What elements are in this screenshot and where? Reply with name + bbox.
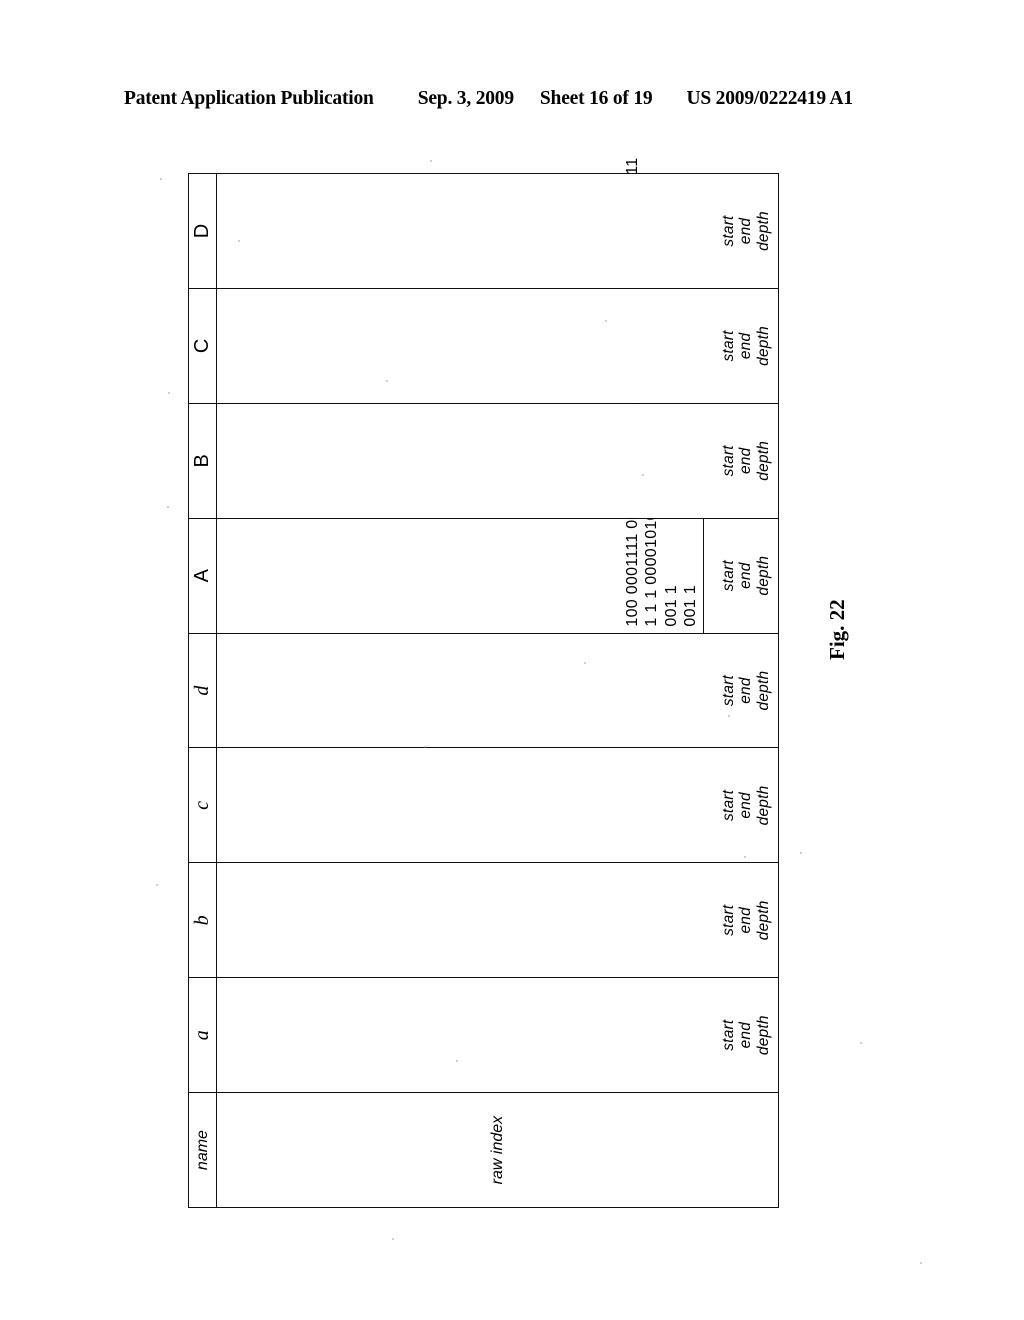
row-name-C: C (191, 338, 213, 354)
row-name-d: d (191, 685, 213, 696)
column-header-name: name (188, 1092, 217, 1208)
field-label-start: start (719, 445, 737, 477)
field-label-start: start (719, 560, 737, 592)
data-cell-D: start end depth (216, 173, 779, 289)
table-row: D (188, 173, 217, 289)
row-name-A: A (191, 569, 213, 583)
scan-speckle (728, 715, 730, 717)
field-label-depth: depth (754, 211, 772, 251)
table-row: A (188, 518, 217, 634)
data-cell-b: start end depth (216, 862, 779, 978)
raw-index-bits-line: 1 1 1 000010101 (643, 502, 661, 627)
row-name-B: B (191, 454, 213, 468)
field-label-depth: depth (754, 785, 772, 826)
field-label-depth: depth (754, 1015, 772, 1056)
data-cell-c: start end depth (216, 748, 779, 863)
table-row-names: name a b c d A B C D (188, 173, 217, 1208)
field-label-start: start (719, 215, 737, 247)
scan-speckle (386, 380, 388, 382)
field-label-end: end (737, 332, 755, 360)
data-cell-a: start end depth (216, 977, 779, 1093)
field-label-end: end (737, 792, 755, 819)
raw-index-table-wrapper: name a b c d A B C D raw index start end… (188, 158, 779, 1208)
data-cell-d: start end depth (216, 633, 779, 748)
table-row-raw-index: raw index start end depth start end dept… (216, 158, 779, 1208)
scan-speckle (456, 1060, 458, 1062)
raw-index-bits-line: 001 1 (681, 585, 699, 627)
field-label-end: end (737, 907, 755, 934)
cell-inner-divider (703, 518, 704, 633)
table-row: c (188, 748, 217, 863)
scan-speckle (156, 884, 158, 886)
table-row: C (188, 288, 217, 404)
scan-speckle (167, 506, 169, 508)
figure-22: name a b c d A B C D raw index start end… (0, 0, 1024, 1320)
scan-speckle (392, 1238, 394, 1240)
field-labels-d: start end depth (720, 634, 772, 748)
row-name-a: a (191, 1030, 213, 1041)
field-labels-a: start end depth (720, 978, 772, 1092)
field-label-depth: depth (754, 900, 772, 941)
field-label-end: end (737, 562, 755, 589)
field-label-end: end (737, 217, 755, 245)
scan-speckle (160, 178, 162, 180)
scan-speckle (642, 474, 644, 476)
field-label-depth: depth (754, 440, 772, 481)
scan-speckle (238, 240, 240, 242)
field-labels-C: start end depth (720, 289, 772, 403)
data-cell-C: start end depth (216, 288, 779, 404)
table-row: B (188, 403, 217, 519)
raw-index-table-rotation: name a b c d A B C D raw index start end… (188, 158, 779, 1208)
scan-speckle (605, 320, 607, 322)
column-header-raw-index: raw index (216, 1092, 779, 1208)
field-label-end: end (737, 1021, 755, 1049)
data-cell-A: 100 0001111 0001010 00111 1 0001101 1 1 … (216, 158, 779, 634)
figure-caption-label: Fig. 22 (825, 599, 849, 660)
scan-speckle (860, 1042, 862, 1044)
field-label-start: start (719, 789, 737, 822)
table-row: b (188, 862, 217, 978)
raw-index-table: name a b c d A B C D raw index start end… (188, 158, 779, 1208)
field-labels-D: start end depth (720, 174, 772, 288)
scan-speckle (424, 746, 426, 748)
scan-speckle (430, 160, 432, 162)
field-label-depth: depth (754, 326, 772, 366)
field-labels-A: start end depth (720, 519, 772, 633)
field-label-start: start (719, 330, 737, 362)
row-name-b: b (191, 915, 213, 926)
raw-index-bits-A: 100 0001111 0001010 00111 1 0001101 1 1 … (623, 158, 700, 633)
row-name-c: c (191, 801, 213, 810)
field-label-start: start (719, 674, 737, 707)
figure-caption: Fig. 22 (795, 480, 849, 660)
table-row: d (188, 633, 217, 748)
field-labels-b: start end depth (720, 863, 772, 977)
field-label-end: end (737, 447, 755, 475)
column-header-name-label: name (193, 1130, 211, 1171)
field-label-start: start (719, 1019, 737, 1051)
field-labels-c: start end depth (720, 749, 772, 863)
field-label-end: end (737, 677, 755, 704)
scan-speckle (744, 856, 746, 858)
scan-speckle (584, 662, 586, 664)
field-label-depth: depth (754, 670, 772, 711)
field-labels-B: start end depth (720, 404, 772, 518)
field-label-depth: depth (754, 555, 772, 596)
scan-speckle (920, 1262, 922, 1264)
table-row: a (188, 977, 217, 1093)
scan-speckle (168, 392, 170, 394)
row-name-D: D (191, 223, 213, 239)
data-cell-B: start end depth (216, 403, 779, 519)
column-header-raw-index-label: raw index (488, 1115, 506, 1185)
field-label-start: start (719, 904, 737, 936)
scan-speckle (800, 852, 802, 854)
raw-index-bits-line: 001 1 (662, 585, 680, 627)
